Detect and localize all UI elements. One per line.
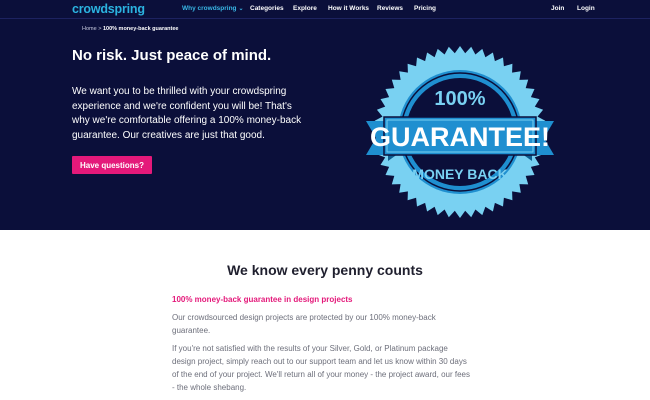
breadcrumb-separator: > [98, 26, 102, 32]
breadcrumb-home[interactable]: Home [82, 26, 97, 32]
hero-section: Home > 100% money-back guarantee No risk… [0, 19, 650, 230]
nav-why-crowdspring-label: Why crowdspring [182, 5, 237, 12]
hero-description: We want you to be thrilled with your cro… [72, 86, 302, 141]
crowdspring-logo[interactable]: crowdspring [72, 2, 145, 16]
have-questions-button[interactable]: Have questions? [72, 156, 152, 174]
section-title: We know every penny counts [227, 262, 423, 278]
breadcrumb: Home > 100% money-back guarantee [82, 26, 178, 32]
chevron-down-icon: ⌄ [238, 6, 244, 12]
nav-explore[interactable]: Explore [293, 5, 317, 12]
badge-bottom-text: MONEY BACK [412, 166, 507, 182]
nav-categories[interactable]: Categories [250, 5, 284, 12]
badge-top-text: 100% [434, 88, 485, 110]
nav-login[interactable]: Login [577, 5, 595, 12]
badge-middle-text: GUARANTEE! [370, 122, 550, 152]
guarantee-paragraph-1: Our crowdsourced design projects are pro… [172, 313, 436, 335]
top-navigation: crowdspring Why crowdspring ⌄ Categories … [0, 0, 650, 19]
hero-title: No risk. Just peace of mind. [72, 47, 272, 64]
nav-why-crowdspring[interactable]: Why crowdspring ⌄ [182, 5, 244, 12]
breadcrumb-current: 100% money-back guarantee [102, 26, 179, 32]
guarantee-subheading: 100% money-back guarantee in design proj… [172, 295, 353, 304]
nav-how-it-works[interactable]: How it Works [328, 5, 369, 12]
nav-reviews[interactable]: Reviews [377, 5, 403, 12]
guarantee-paragraph-2: If you're not satisfied with the results… [172, 344, 470, 392]
money-back-guarantee-badge-icon: 100% GUARANTEE! MONEY BACK [366, 46, 554, 218]
nav-join[interactable]: Join [551, 5, 564, 12]
nav-pricing[interactable]: Pricing [414, 5, 436, 12]
